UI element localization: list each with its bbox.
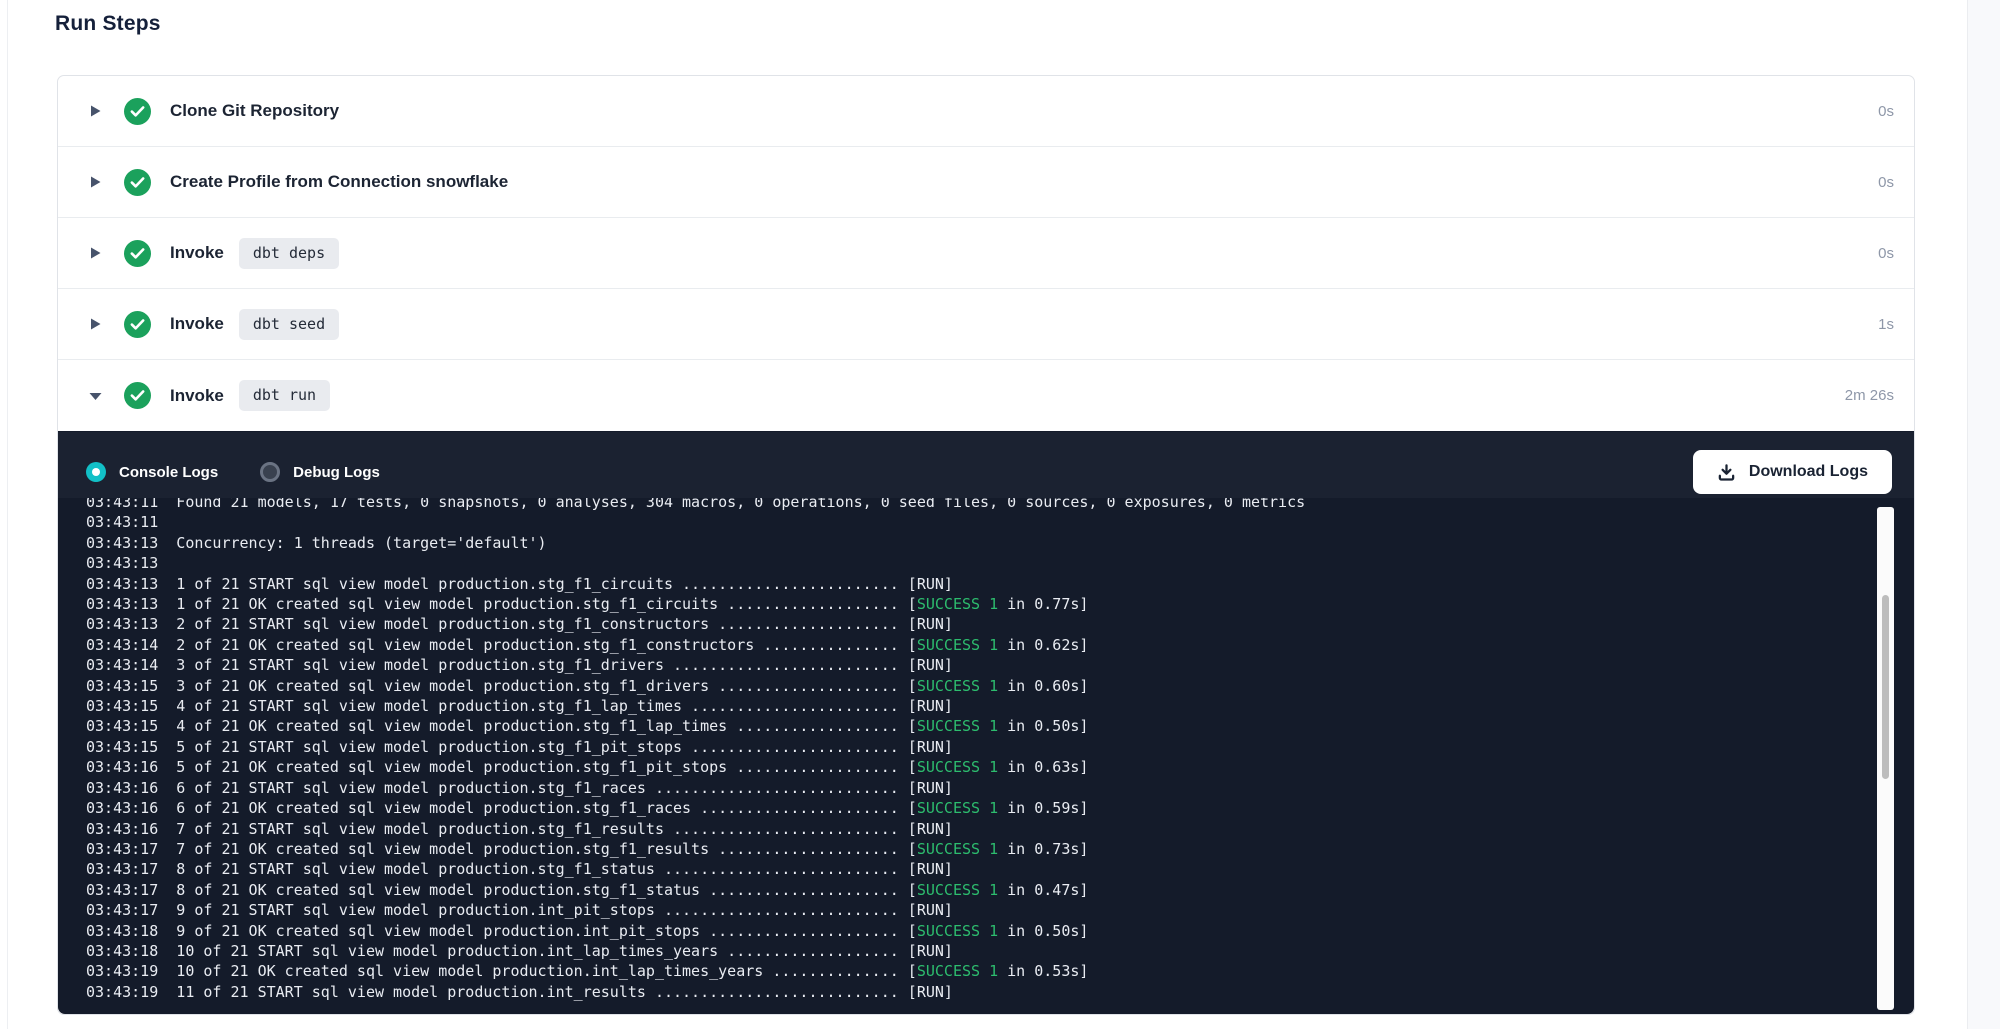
log-line: 03:43:11 Found 21 models, 17 tests, 0 sn… <box>86 498 1914 512</box>
step-duration: 0s <box>1878 103 1894 120</box>
log-line: 03:43:16 6 of 21 START sql view model pr… <box>86 778 1914 798</box>
log-line: 03:43:14 2 of 21 OK created sql view mod… <box>86 635 1914 655</box>
log-line: 03:43:19 11 of 21 START sql view model p… <box>86 982 1914 1002</box>
log-line: 03:43:18 10 of 21 START sql view model p… <box>86 941 1914 961</box>
log-line: 03:43:15 4 of 21 OK created sql view mod… <box>86 716 1914 736</box>
command-badge: dbt seed <box>239 309 339 340</box>
log-line: 03:43:13 1 of 21 OK created sql view mod… <box>86 594 1914 614</box>
radio-unselected-icon[interactable] <box>260 462 280 482</box>
radio-label-debug-logs: Debug Logs <box>293 464 380 481</box>
log-lines: 03:43:11 Found 21 models, 17 tests, 0 sn… <box>86 498 1914 1002</box>
log-line: 03:43:17 8 of 21 OK created sql view mod… <box>86 880 1914 900</box>
console-log-output: 03:43:11 Found 21 models, 17 tests, 0 sn… <box>58 498 1914 1014</box>
log-line: 03:43:16 6 of 21 OK created sql view mod… <box>86 798 1914 818</box>
download-logs-button[interactable]: Download Logs <box>1693 450 1892 494</box>
radio-console-logs[interactable]: Console Logs <box>86 462 218 482</box>
step-duration: 0s <box>1878 174 1894 191</box>
page-title: Run Steps <box>55 12 161 36</box>
log-line: 03:43:16 5 of 21 OK created sql view mod… <box>86 757 1914 777</box>
log-scrollbar-track[interactable] <box>1877 507 1894 1010</box>
log-line: 03:43:19 10 of 21 OK created sql view mo… <box>86 961 1914 981</box>
step-label: Invoke <box>170 386 224 406</box>
log-line: 03:43:16 7 of 21 START sql view model pr… <box>86 819 1914 839</box>
step-label: Create Profile from Connection snowflake <box>170 172 508 192</box>
log-line: 03:43:15 5 of 21 START sql view model pr… <box>86 737 1914 757</box>
log-line: 03:43:18 9 of 21 OK created sql view mod… <box>86 921 1914 941</box>
page-right-rail <box>1967 0 2000 1029</box>
log-line: 03:43:11 <box>86 512 1914 532</box>
log-line: 03:43:17 7 of 21 OK created sql view mod… <box>86 839 1914 859</box>
chevron-right-icon[interactable] <box>88 175 124 189</box>
log-scrollbar-thumb[interactable] <box>1882 595 1889 779</box>
check-circle-icon <box>124 311 151 338</box>
log-line: 03:43:14 3 of 21 START sql view model pr… <box>86 655 1914 675</box>
command-badge: dbt deps <box>239 238 339 269</box>
step-list: Clone Git Repository 0s Create Profile f… <box>58 76 1914 431</box>
step-label: Invoke <box>170 243 224 263</box>
check-circle-icon <box>124 98 151 125</box>
step-row[interactable]: Invoke dbt deps 0s <box>58 218 1914 289</box>
step-label: Clone Git Repository <box>170 101 339 121</box>
check-circle-icon <box>124 240 151 267</box>
step-duration: 0s <box>1878 245 1894 262</box>
download-logs-label: Download Logs <box>1749 463 1868 481</box>
run-steps-page: { "page": { "title": "Run Steps" }, "col… <box>0 0 2000 1029</box>
step-label: Invoke <box>170 314 224 334</box>
step-row[interactable]: Create Profile from Connection snowflake… <box>58 147 1914 218</box>
radio-debug-logs[interactable]: Debug Logs <box>260 462 380 482</box>
log-line: 03:43:17 8 of 21 START sql view model pr… <box>86 859 1914 879</box>
chevron-right-icon[interactable] <box>88 317 124 331</box>
log-line: 03:43:13 Concurrency: 1 threads (target=… <box>86 533 1914 553</box>
log-line: 03:43:13 1 of 21 START sql view model pr… <box>86 574 1914 594</box>
check-circle-icon <box>124 382 151 409</box>
radio-selected-icon[interactable] <box>86 462 106 482</box>
log-panel: Console Logs Debug Logs Download Logs 03:… <box>58 431 1914 1014</box>
radio-label-console-logs: Console Logs <box>119 464 218 481</box>
page-left-divider <box>7 0 8 1029</box>
log-tab-group: Console Logs Debug Logs <box>86 462 422 482</box>
log-line: 03:43:13 <box>86 553 1914 573</box>
command-badge: dbt run <box>239 380 330 411</box>
step-duration: 2m 26s <box>1845 387 1894 404</box>
log-line: 03:43:13 2 of 21 START sql view model pr… <box>86 614 1914 634</box>
chevron-down-icon[interactable] <box>88 389 124 403</box>
run-steps-card: Clone Git Repository 0s Create Profile f… <box>57 75 1915 1015</box>
chevron-right-icon[interactable] <box>88 104 124 118</box>
log-panel-header: Console Logs Debug Logs Download Logs <box>58 432 1914 498</box>
step-row[interactable]: Clone Git Repository 0s <box>58 76 1914 147</box>
log-line: 03:43:15 4 of 21 START sql view model pr… <box>86 696 1914 716</box>
download-icon <box>1717 463 1736 482</box>
step-row[interactable]: Invoke dbt seed 1s <box>58 289 1914 360</box>
chevron-right-icon[interactable] <box>88 246 124 260</box>
log-line: 03:43:15 3 of 21 OK created sql view mod… <box>86 676 1914 696</box>
check-circle-icon <box>124 169 151 196</box>
step-row[interactable]: Invoke dbt run 2m 26s <box>58 360 1914 431</box>
step-duration: 1s <box>1878 316 1894 333</box>
log-line: 03:43:17 9 of 21 START sql view model pr… <box>86 900 1914 920</box>
